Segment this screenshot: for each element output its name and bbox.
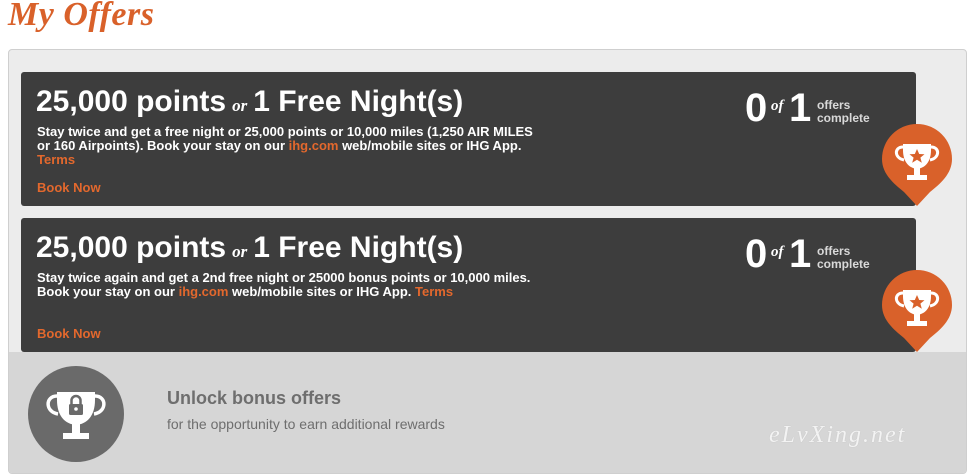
locked-bonus-section: Unlock bonus offers for the opportunity … — [9, 352, 966, 473]
ihg-link[interactable]: ihg.com — [179, 284, 229, 299]
watermark-text: eLvXing.net — [769, 422, 907, 448]
offer-reward: 1 Free Night(s) — [253, 85, 464, 118]
trophy-star-icon — [880, 122, 954, 206]
offers-label: offers — [817, 98, 851, 112]
terms-link[interactable]: Terms — [37, 152, 75, 167]
offers-panel: 25,000 points or 1 Free Night(s) Stay twic… — [8, 49, 967, 474]
unlock-subtitle: for the opportunity to earn additional r… — [167, 416, 445, 432]
locked-trophy-icon — [28, 366, 124, 462]
offer-reward: 1 Free Night(s) — [253, 231, 464, 264]
offer-points: 25,000 points — [36, 231, 227, 264]
terms-link[interactable]: Terms — [415, 284, 453, 299]
page-title: My Offers — [8, 0, 155, 33]
offer-or: or — [232, 242, 248, 261]
book-now-link[interactable]: Book Now — [37, 326, 101, 341]
complete-label: complete — [817, 257, 870, 271]
offer-title: 25,000 points or 1 Free Night(s) — [36, 230, 463, 270]
offers-label: offers — [817, 244, 851, 258]
unlock-title: Unlock bonus offers — [167, 388, 342, 408]
offer-card: 25,000 points or 1 Free Night(s) Stay twic… — [21, 218, 916, 352]
total-count: 1 — [789, 86, 812, 130]
of-label: of — [771, 244, 784, 260]
book-now-link[interactable]: Book Now — [37, 180, 101, 195]
offer-or: or — [232, 96, 248, 115]
offer-description-text-end: web/mobile sites or IHG App. — [338, 138, 522, 153]
offer-title: 25,000 points or 1 Free Night(s) — [36, 84, 463, 124]
ihg-link[interactable]: ihg.com — [289, 138, 339, 153]
offer-description: Stay twice again and get a 2nd free nigh… — [37, 271, 547, 299]
trophy-star-icon — [880, 268, 954, 352]
complete-label: complete — [817, 111, 870, 125]
offer-points: 25,000 points — [36, 85, 227, 118]
completed-count: 0 — [745, 232, 768, 276]
total-count: 1 — [789, 232, 812, 276]
of-label: of — [771, 98, 784, 114]
offer-description: Stay twice and get a free night or 25,00… — [37, 125, 547, 167]
offer-description-text-end: web/mobile sites or IHG App. — [228, 284, 416, 299]
completed-count: 0 — [745, 86, 768, 130]
offer-card: 25,000 points or 1 Free Night(s) Stay twic… — [21, 72, 916, 206]
